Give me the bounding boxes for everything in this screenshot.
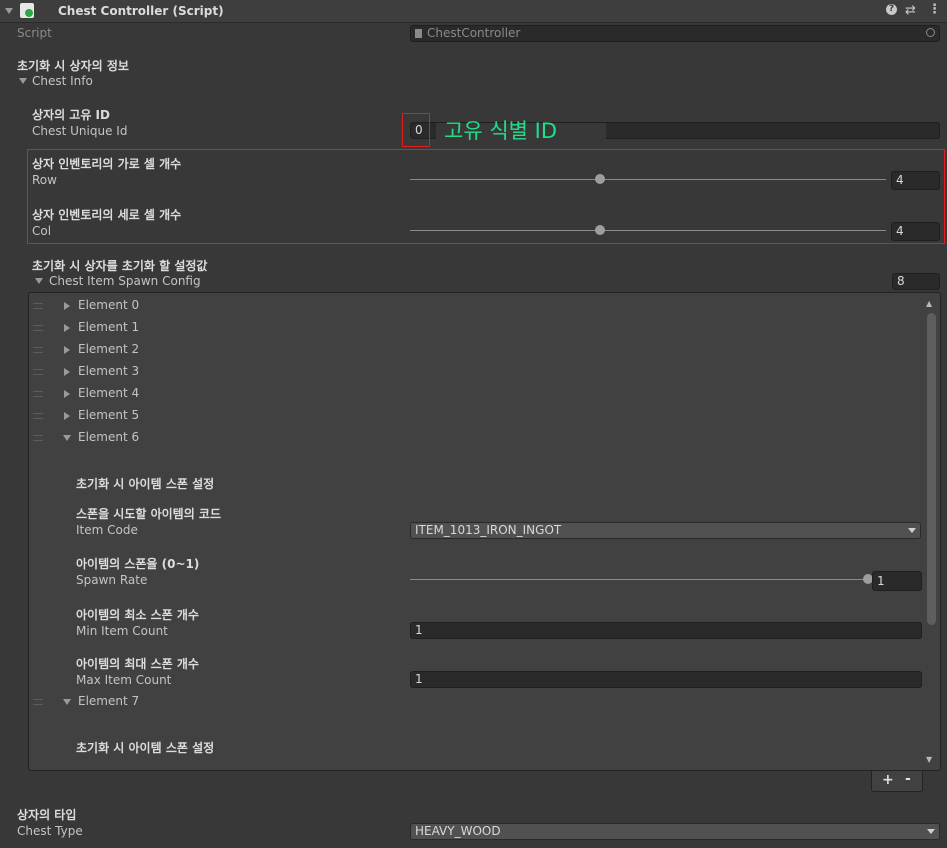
- script-file-icon: [415, 29, 422, 38]
- chest-info-header: 초기화 시 상자의 정보: [17, 59, 129, 73]
- chest-info-foldout[interactable]: Chest Info: [32, 74, 93, 88]
- foldout-arrow-icon[interactable]: [64, 368, 70, 376]
- spawn-config-foldout[interactable]: Chest Item Spawn Config: [49, 274, 201, 288]
- spawn-rate-slider[interactable]: [410, 572, 873, 588]
- spawn-config-foldout-icon[interactable]: [35, 278, 43, 284]
- help-icon[interactable]: ?: [886, 4, 897, 15]
- element-label: Element 3: [78, 364, 140, 378]
- spawn-config-header: 초기화 시 상자를 초기화 할 설정값: [32, 259, 208, 273]
- foldout-arrow-icon[interactable]: [64, 390, 70, 398]
- row-slider[interactable]: [410, 172, 886, 188]
- list-item[interactable]: Element 3: [28, 363, 908, 381]
- col-input[interactable]: 4: [891, 222, 940, 241]
- drag-handle-icon[interactable]: [33, 303, 43, 309]
- max-count-label: Max Item Count: [76, 673, 172, 687]
- drag-handle-icon[interactable]: [33, 699, 43, 705]
- list-footer: + -: [871, 771, 923, 792]
- list-item[interactable]: Element 0: [28, 297, 908, 315]
- chest-type-value: HEAVY_WOOD: [415, 824, 501, 838]
- max-count-header: 아이템의 최대 스폰 개수: [76, 657, 199, 671]
- unique-id-highlight-box: [402, 113, 430, 147]
- dropdown-arrow-icon: [908, 528, 916, 533]
- collapse-arrow-icon[interactable]: [5, 8, 13, 14]
- foldout-arrow-icon[interactable]: [64, 346, 70, 354]
- drag-handle-icon[interactable]: [33, 347, 43, 353]
- col-slider[interactable]: [410, 223, 886, 239]
- row-header: 상자 인벤토리의 가로 셀 개수: [32, 157, 182, 171]
- scroll-down-icon[interactable]: ▼: [926, 755, 932, 764]
- kebab-menu-icon[interactable]: ⋮: [928, 2, 941, 17]
- list-item[interactable]: Element 2: [28, 341, 908, 359]
- list-item[interactable]: Element 5: [28, 407, 908, 425]
- element-label: Element 1: [78, 320, 140, 334]
- script-value: ChestController: [427, 26, 521, 40]
- chest-type-header: 상자의 타입: [17, 808, 77, 822]
- item-code-label: Item Code: [76, 523, 138, 537]
- item-code-dropdown[interactable]: ITEM_1013_IRON_INGOT: [410, 522, 921, 539]
- col-header: 상자 인벤토리의 세로 셀 개수: [32, 208, 182, 222]
- foldout-arrow-icon[interactable]: [64, 302, 70, 310]
- drag-handle-icon[interactable]: [33, 391, 43, 397]
- unique-id-label: Chest Unique Id: [32, 124, 128, 138]
- add-element-button[interactable]: +: [882, 772, 894, 788]
- drag-handle-icon[interactable]: [33, 325, 43, 331]
- element6-section-header: 초기화 시 아이템 스폰 설정: [76, 477, 215, 491]
- foldout-arrow-icon[interactable]: [19, 78, 27, 84]
- spawn-rate-label: Spawn Rate: [76, 573, 148, 587]
- element7-section-header: 초기화 시 아이템 스폰 설정: [76, 741, 215, 755]
- list-item[interactable]: Element 4: [28, 385, 908, 403]
- item-code-header: 스폰을 시도할 아이템의 코드: [76, 507, 222, 521]
- component-title: Chest Controller (Script): [58, 4, 224, 18]
- element-label: Element 2: [78, 342, 140, 356]
- scrollbar-thumb[interactable]: [927, 313, 936, 625]
- scroll-up-icon[interactable]: ▲: [926, 299, 932, 308]
- foldout-arrow-icon[interactable]: [63, 699, 71, 705]
- element-label: Element 0: [78, 298, 140, 312]
- element-label: Element 4: [78, 386, 140, 400]
- unique-id-annotation: 고유 식별 ID: [444, 119, 557, 143]
- min-count-header: 아이템의 최소 스폰 개수: [76, 608, 199, 622]
- col-slider-thumb[interactable]: [595, 225, 606, 235]
- dropdown-arrow-icon: [927, 829, 935, 834]
- spawn-rate-header: 아이템의 스폰율 (0~1): [76, 557, 200, 571]
- drag-handle-icon[interactable]: [33, 435, 43, 441]
- component-header[interactable]: Chest Controller (Script) ? ⇄ ⋮: [0, 0, 947, 23]
- chest-type-label: Chest Type: [17, 824, 83, 838]
- script-icon: [20, 3, 34, 18]
- row-label: Row: [32, 173, 57, 187]
- min-count-label: Min Item Count: [76, 624, 168, 638]
- spawn-config-size-input[interactable]: 8: [892, 273, 940, 290]
- drag-handle-icon[interactable]: [33, 369, 43, 375]
- drag-handle-icon[interactable]: [33, 413, 43, 419]
- unique-id-header: 상자의 고유 ID: [32, 108, 110, 122]
- settings-icon[interactable]: ⇄: [905, 3, 916, 18]
- script-field[interactable]: ChestController: [410, 25, 940, 42]
- element-label: Element 6: [78, 430, 140, 444]
- max-count-input[interactable]: 1: [410, 671, 922, 688]
- remove-element-button[interactable]: -: [905, 771, 911, 787]
- row-slider-thumb[interactable]: [595, 174, 606, 184]
- list-item-expanded[interactable]: Element 7: [28, 693, 908, 711]
- element-label: Element 5: [78, 408, 140, 422]
- script-label: Script: [17, 26, 52, 40]
- foldout-arrow-icon[interactable]: [63, 435, 71, 441]
- list-item[interactable]: Element 1: [28, 319, 908, 337]
- min-count-input[interactable]: 1: [410, 622, 922, 639]
- foldout-arrow-icon[interactable]: [64, 412, 70, 420]
- list-item-expanded[interactable]: Element 6: [28, 429, 908, 447]
- chest-type-dropdown[interactable]: HEAVY_WOOD: [410, 823, 940, 840]
- row-input[interactable]: 4: [891, 171, 940, 190]
- foldout-arrow-icon[interactable]: [64, 324, 70, 332]
- item-code-value: ITEM_1013_IRON_INGOT: [415, 523, 562, 537]
- object-picker-icon[interactable]: [926, 28, 935, 37]
- col-label: Col: [32, 224, 52, 238]
- element-label: Element 7: [78, 694, 140, 708]
- spawn-rate-input[interactable]: 1: [872, 571, 922, 591]
